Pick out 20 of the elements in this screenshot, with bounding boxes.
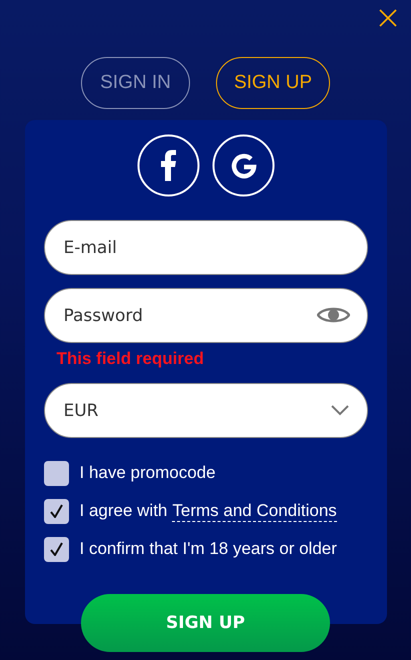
checkbox-label: I agree with: [80, 501, 168, 521]
terms-link[interactable]: Terms and Conditions: [172, 500, 337, 522]
auth-tab[interactable]: SIGN IN: [81, 57, 190, 109]
password-field[interactable]: Password: [44, 288, 368, 343]
google-icon[interactable]: [212, 134, 274, 197]
currency-select[interactable]: EUR: [44, 383, 368, 438]
checkbox[interactable]: [44, 498, 68, 524]
check-icon: [50, 504, 62, 518]
check-icon: [50, 542, 62, 556]
chevron-down-icon: [330, 405, 348, 416]
auth-tab[interactable]: SIGN UP: [216, 57, 330, 109]
email-field[interactable]: E-mail: [44, 220, 368, 275]
facebook-icon[interactable]: [136, 134, 200, 197]
error-message: This field required: [56, 349, 205, 369]
close-icon[interactable]: [379, 9, 397, 27]
eye-icon[interactable]: [316, 305, 350, 325]
checkbox-label: I have promocode: [80, 463, 216, 483]
checkbox-label: I confirm that I'm 18 years or older: [80, 539, 337, 559]
checkbox[interactable]: [44, 460, 68, 486]
checkbox[interactable]: [44, 536, 68, 562]
